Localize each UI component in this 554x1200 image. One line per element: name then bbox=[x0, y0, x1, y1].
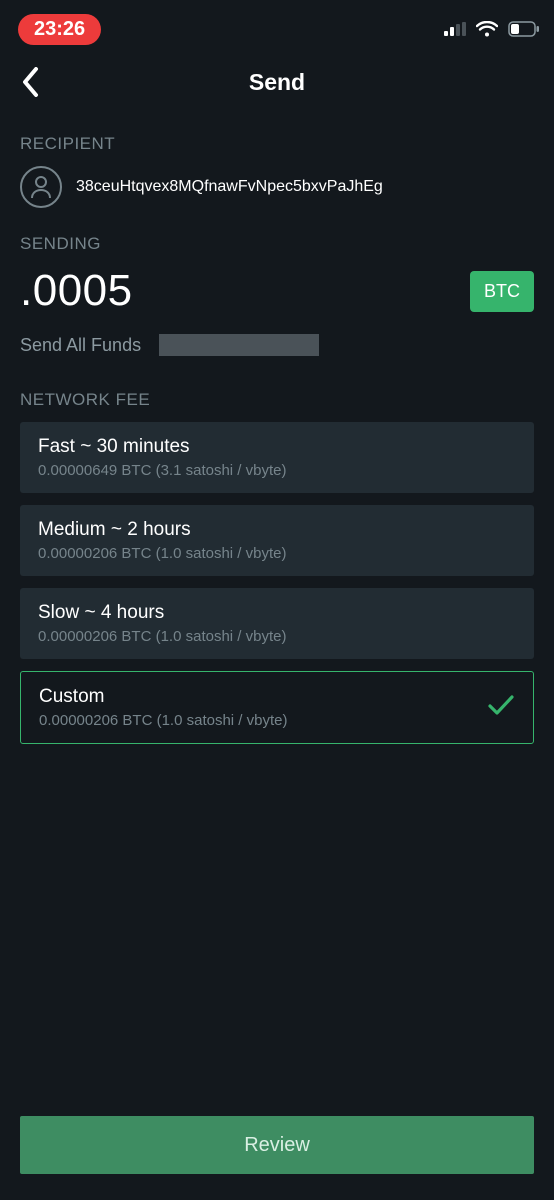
cellular-icon bbox=[444, 22, 466, 36]
recipient-row: 38ceuHtqvex8MQfnawFvNpec5bxvPaJhEg bbox=[20, 166, 534, 208]
fee-option-sub: 0.00000206 BTC (1.0 satoshi / vbyte) bbox=[38, 628, 286, 645]
recording-time-pill: 23:26 bbox=[18, 14, 101, 45]
fee-option-slow[interactable]: Slow ~ 4 hours 0.00000206 BTC (1.0 satos… bbox=[20, 588, 534, 659]
fee-option-medium[interactable]: Medium ~ 2 hours 0.00000206 BTC (1.0 sat… bbox=[20, 505, 534, 576]
amount-row: .0005 BTC bbox=[20, 266, 534, 316]
recipient-address[interactable]: 38ceuHtqvex8MQfnawFvNpec5bxvPaJhEg bbox=[76, 178, 383, 196]
review-button-label: Review bbox=[244, 1134, 310, 1157]
fee-option-title: Medium ~ 2 hours bbox=[38, 519, 286, 541]
back-button[interactable] bbox=[14, 66, 46, 98]
battery-icon bbox=[508, 21, 540, 37]
status-bar: 23:26 bbox=[0, 0, 554, 56]
send-all-row: Send All Funds bbox=[20, 334, 534, 356]
review-button[interactable]: Review bbox=[20, 1116, 534, 1174]
chevron-left-icon bbox=[21, 67, 39, 97]
person-icon bbox=[30, 175, 52, 199]
section-label-recipient: RECIPIENT bbox=[20, 134, 534, 154]
section-label-sending: SENDING bbox=[20, 234, 534, 254]
fee-option-fast[interactable]: Fast ~ 30 minutes 0.00000649 BTC (3.1 sa… bbox=[20, 422, 534, 493]
fee-option-title: Slow ~ 4 hours bbox=[38, 602, 286, 624]
wifi-icon bbox=[476, 21, 498, 37]
currency-badge[interactable]: BTC bbox=[470, 271, 534, 312]
status-icons bbox=[444, 21, 540, 37]
balance-redacted bbox=[159, 334, 319, 356]
title-bar: Send bbox=[0, 56, 554, 108]
fee-option-sub: 0.00000649 BTC (3.1 satoshi / vbyte) bbox=[38, 462, 286, 479]
check-icon bbox=[487, 694, 515, 721]
fee-option-custom[interactable]: Custom 0.00000206 BTC (1.0 satoshi / vby… bbox=[20, 671, 534, 744]
page-title: Send bbox=[249, 69, 305, 96]
send-all-funds-button[interactable]: Send All Funds bbox=[20, 335, 141, 356]
recipient-avatar bbox=[20, 166, 62, 208]
fee-option-title: Fast ~ 30 minutes bbox=[38, 436, 286, 458]
fee-option-list: Fast ~ 30 minutes 0.00000649 BTC (3.1 sa… bbox=[20, 422, 534, 744]
fee-option-sub: 0.00000206 BTC (1.0 satoshi / vbyte) bbox=[39, 712, 287, 729]
status-time: 23:26 bbox=[34, 18, 85, 41]
section-label-network-fee: NETWORK FEE bbox=[20, 390, 534, 410]
fee-option-title: Custom bbox=[39, 686, 287, 708]
amount-input[interactable]: .0005 bbox=[20, 266, 133, 316]
fee-option-sub: 0.00000206 BTC (1.0 satoshi / vbyte) bbox=[38, 545, 286, 562]
